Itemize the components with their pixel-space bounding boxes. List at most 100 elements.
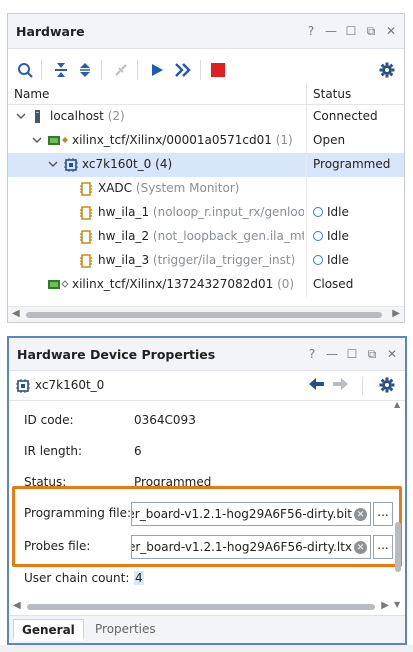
clear-icon[interactable]: ✕	[354, 541, 367, 554]
properties-tabs: General Properties	[9, 615, 405, 643]
device-properties-title: Hardware Device Properties	[17, 347, 216, 362]
tree-header: Name Status	[8, 83, 404, 105]
row-status: Connected	[306, 105, 406, 129]
search-icon[interactable]	[14, 59, 36, 81]
id-code-label: ID code:	[24, 413, 74, 427]
probes-file-label: Probes file:	[24, 539, 91, 553]
browse-probes-file-button[interactable]: ...	[373, 535, 393, 559]
probes-file-field[interactable]: gger_board-v1.2.1-hog29A6F56-dirty.ltx ✕	[131, 535, 371, 559]
chip-icon	[16, 379, 30, 396]
tree-row-label: xilinx_tcf/Xilinx/00001a0571cd01 (1)	[72, 133, 293, 147]
hardware-horizontal-scrollbar[interactable]: ◀ ▶	[8, 306, 404, 322]
close-icon[interactable]: ✕	[385, 346, 399, 362]
hardware-title-bar: Hardware ? — ☐ ⧉ ✕	[8, 14, 404, 49]
scroll-thumb[interactable]	[26, 312, 382, 318]
scroll-left-icon[interactable]: ◀	[12, 308, 20, 319]
chevron-down-icon[interactable]	[32, 134, 42, 144]
device-properties-title-bar: Hardware Device Properties ? — ☐ ⧉ ✕	[9, 338, 405, 371]
jtag-cable-icon	[48, 134, 70, 151]
maximize-icon[interactable]: ☐	[345, 346, 359, 362]
programming-file-value: gger_board-v1.2.1-hog29A6F56-dirty.bit	[131, 507, 352, 521]
scroll-thumb[interactable]	[27, 604, 375, 610]
scroll-up-icon[interactable]: ▲	[394, 400, 400, 409]
id-code-value: 0364C093	[134, 413, 196, 427]
hardware-panel: Hardware ? — ☐ ⧉ ✕ Name Status localhost…	[7, 13, 405, 323]
device-header-row: xc7k160t_0	[9, 371, 405, 401]
tree-row-label: hw_ila_3 (trigger/ila_trigger_inst)	[98, 253, 296, 267]
status-label: Status:	[24, 475, 67, 489]
tree-row-label: xc7k160t_0 (4)	[82, 157, 173, 171]
device-name: xc7k160t_0	[35, 378, 105, 392]
ir-length-value: 6	[134, 444, 142, 458]
tree-row-xadc[interactable]: XADC (System Monitor)	[8, 177, 404, 201]
browse-programming-file-button[interactable]: ...	[373, 502, 393, 526]
float-icon[interactable]: ⧉	[365, 346, 379, 362]
gear-icon[interactable]	[376, 59, 398, 81]
scroll-left-icon[interactable]: ◀	[13, 600, 21, 611]
jtag-cable-icon	[48, 278, 70, 295]
auto-connect-icon[interactable]	[110, 59, 132, 81]
tree-row-target-open[interactable]: xilinx_tcf/Xilinx/00001a0571cd01 (1) Ope…	[8, 129, 404, 153]
float-icon[interactable]: ⧉	[364, 23, 378, 39]
name-column-header[interactable]: Name	[14, 87, 49, 101]
tree-row-localhost[interactable]: localhost (2) Connected	[8, 105, 404, 129]
programming-file-label: Programming file:	[24, 506, 132, 520]
forward-arrow-icon[interactable]	[333, 377, 349, 394]
properties-list: ID code: 0364C093 IR length: 6 Status: P…	[9, 402, 393, 602]
tree-row-hw-ila-3[interactable]: hw_ila_3 (trigger/ila_trigger_inst) Idle	[8, 249, 404, 273]
scroll-right-icon[interactable]: ▶	[392, 308, 400, 319]
chip-icon	[64, 158, 78, 175]
toolbar-divider	[137, 60, 138, 80]
status-value: Programmed	[134, 475, 212, 489]
toolbar-divider	[200, 60, 201, 80]
help-icon[interactable]: ?	[304, 23, 318, 39]
user-chain-count-label: User chain count:	[24, 571, 130, 585]
tab-properties[interactable]: Properties	[87, 619, 164, 641]
run-trigger-icon[interactable]	[146, 59, 168, 81]
idle-status-icon	[313, 231, 323, 241]
window-bottom-strip	[0, 645, 413, 652]
clear-icon[interactable]: ✕	[354, 508, 367, 521]
scroll-right-icon[interactable]: ▶	[381, 600, 389, 611]
minimize-icon[interactable]: —	[325, 346, 339, 362]
chevron-down-icon[interactable]	[48, 158, 58, 168]
row-status: Closed	[306, 273, 406, 297]
help-icon[interactable]: ?	[305, 346, 319, 362]
back-arrow-icon[interactable]	[309, 377, 325, 394]
chevron-down-icon[interactable]	[16, 110, 26, 120]
user-chain-count-value[interactable]: 4	[134, 571, 144, 585]
toolbar-divider	[101, 60, 102, 80]
run-trigger-immediate-icon[interactable]	[172, 59, 194, 81]
gear-icon[interactable]	[379, 377, 395, 396]
debug-core-icon	[80, 230, 92, 247]
tree-row-label: xilinx_tcf/Xilinx/13724327082d01 (0)	[72, 277, 295, 291]
tree-row-hw-ila-2[interactable]: hw_ila_2 (not_loopback_gen.ila_mt_ir Idl…	[8, 225, 404, 249]
tree-row-label: hw_ila_1 (noloop_r.input_rx/genloop[	[98, 205, 304, 219]
debug-core-icon	[80, 254, 92, 271]
stop-trigger-icon[interactable]	[207, 59, 229, 81]
tree-row-label: XADC (System Monitor)	[98, 181, 240, 195]
row-status: Idle	[306, 201, 406, 225]
hardware-title: Hardware	[16, 24, 85, 39]
row-status: Programmed	[306, 153, 406, 177]
properties-horizontal-scrollbar[interactable]: ◀ ▶	[9, 600, 405, 614]
device-properties-panel: Hardware Device Properties ? — ☐ ⧉ ✕ xc7…	[7, 336, 407, 645]
device-properties-window-controls: ? — ☐ ⧉ ✕	[305, 346, 399, 362]
tree-row-target-closed[interactable]: xilinx_tcf/Xilinx/13724327082d01 (0) Clo…	[8, 273, 404, 297]
tree-row-label: localhost (2)	[50, 109, 125, 123]
programming-file-field[interactable]: gger_board-v1.2.1-hog29A6F56-dirty.bit ✕	[131, 502, 371, 526]
row-status: Idle	[306, 249, 406, 273]
status-column-header[interactable]: Status	[306, 83, 406, 104]
close-icon[interactable]: ✕	[384, 23, 398, 39]
debug-core-icon	[80, 206, 92, 223]
tab-general[interactable]: General	[13, 619, 84, 641]
tree-row-device-selected[interactable]: xc7k160t_0 (4) Programmed	[8, 153, 404, 177]
expand-all-icon[interactable]	[74, 59, 96, 81]
row-status	[306, 177, 406, 201]
collapse-all-icon[interactable]	[50, 59, 72, 81]
properties-vertical-scrollbar[interactable]: ▲ ▼	[393, 400, 403, 609]
tree-row-hw-ila-1[interactable]: hw_ila_1 (noloop_r.input_rx/genloop[ Idl…	[8, 201, 404, 225]
minimize-icon[interactable]: —	[324, 23, 338, 39]
scroll-thumb[interactable]	[395, 522, 401, 572]
maximize-icon[interactable]: ☐	[344, 23, 358, 39]
